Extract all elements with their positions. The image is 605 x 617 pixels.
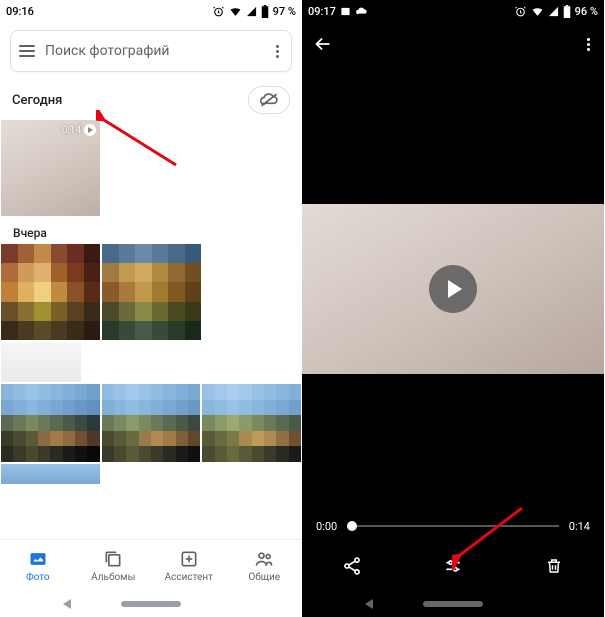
system-nav-bar (0, 591, 302, 617)
battery-icon (563, 5, 571, 18)
annotation-arrow (96, 110, 186, 180)
overflow-menu-icon[interactable] (272, 41, 283, 62)
video-frame (302, 204, 604, 374)
wifi-icon (531, 5, 544, 18)
player-top-bar (302, 22, 604, 66)
system-nav-bar (302, 591, 604, 617)
status-bar: 09:17 96 % (302, 0, 604, 22)
annotation-arrow (452, 500, 532, 570)
signal-icon (246, 6, 257, 17)
status-bar: 09:16 97 % (0, 0, 302, 22)
scrubber-handle[interactable] (347, 521, 357, 531)
photos-icon (27, 548, 49, 570)
photo-thumbnail[interactable] (202, 384, 301, 462)
nav-albums[interactable]: Альбомы (76, 540, 152, 591)
status-time: 09:16 (6, 5, 34, 18)
play-button[interactable] (429, 265, 477, 313)
photo-thumbnail[interactable] (1, 384, 100, 462)
nav-assistant[interactable]: Ассистент (151, 540, 227, 591)
nav-sharing[interactable]: Общие (227, 540, 303, 591)
system-back-button[interactable] (365, 599, 373, 609)
video-player-screen: 09:17 96 % (302, 0, 604, 617)
assistant-icon (178, 548, 200, 570)
section-today-title: Сегодня (12, 93, 62, 108)
alarm-icon (514, 5, 527, 18)
sharing-icon (253, 548, 275, 570)
video-thumbnail[interactable]: 0:14 (1, 120, 100, 216)
back-button[interactable] (312, 33, 334, 55)
signal-icon (548, 6, 559, 17)
photo-thumbnail[interactable] (1, 464, 100, 484)
share-button[interactable] (332, 556, 372, 576)
battery-text: 97 % (273, 5, 296, 18)
photo-thumbnail[interactable] (102, 384, 201, 462)
battery-text: 96 % (575, 5, 598, 18)
search-bar[interactable]: Поиск фотографий (10, 30, 292, 72)
google-photos-gallery: 09:16 97 % Поиск фотографий Сегодня (0, 0, 302, 617)
overflow-menu-icon[interactable] (583, 34, 594, 55)
wifi-icon (229, 5, 242, 18)
bottom-nav: Фото Альбомы Ассистент Общие (0, 539, 302, 591)
image-icon (340, 6, 351, 17)
system-back-button[interactable] (63, 599, 71, 609)
cloud-icon (355, 6, 368, 17)
backup-off-button[interactable] (248, 86, 290, 114)
photo-thumbnail[interactable] (1, 244, 100, 340)
photo-thumbnail[interactable] (1, 342, 81, 382)
battery-icon (261, 5, 269, 18)
system-home-pill[interactable] (121, 601, 181, 607)
section-yesterday-title: Вчера (1, 218, 301, 244)
video-area[interactable] (302, 66, 604, 511)
delete-button[interactable] (534, 556, 574, 576)
play-icon (84, 124, 96, 136)
system-home-pill[interactable] (423, 601, 483, 607)
alarm-icon (212, 5, 225, 18)
nav-photos[interactable]: Фото (0, 540, 76, 591)
video-duration-badge: 0:14 (62, 124, 96, 136)
menu-icon[interactable] (19, 45, 35, 57)
scrubber-end-time: 0:14 (569, 520, 590, 533)
search-placeholder: Поиск фотографий (45, 43, 262, 59)
albums-icon (102, 548, 124, 570)
scrubber-start-time: 0:00 (316, 520, 337, 533)
photo-thumbnail[interactable] (102, 244, 201, 340)
status-time: 09:17 (308, 5, 336, 18)
